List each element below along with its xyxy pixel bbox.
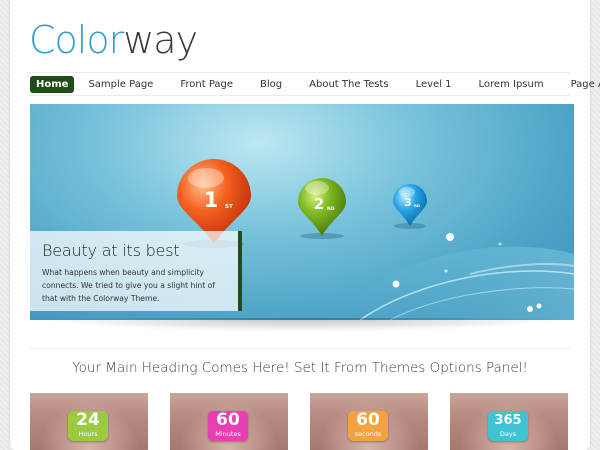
badge-unit: Days (499, 430, 517, 438)
nav-item-sample-page[interactable]: Sample Page (79, 76, 162, 93)
site-logo[interactable]: Colorway (29, 18, 198, 62)
nav-item-home[interactable]: Home (30, 75, 75, 93)
pin-2-number: 2 (314, 195, 324, 213)
main-nav: Home Sample Page Front Page Blog About T… (30, 72, 600, 96)
feature-thumb-seconds[interactable]: 60 seconds (310, 393, 428, 450)
pin-3-suffix: RD (414, 203, 420, 208)
slider-caption: Beauty at its best What happens when bea… (30, 231, 242, 311)
page: Colorway Home Sample Page Front Page Blo… (10, 0, 600, 450)
pin-1-suffix: ST (225, 204, 233, 210)
badge-number: 365 (494, 413, 522, 428)
feature-thumb-minutes[interactable]: 60 Minutes (170, 393, 288, 450)
badge-number: 60 (216, 410, 240, 430)
nav-item-lorem-ipsum[interactable]: Lorem Ipsum (470, 76, 553, 93)
pin-2-suffix: ND (327, 206, 335, 212)
badge-unit: Hours (78, 430, 98, 438)
caption-text: What happens when beauty and simplicity … (42, 268, 215, 303)
badge-unit: seconds (354, 430, 382, 438)
logo-part-color: Color (29, 18, 124, 62)
badge-number: 60 (356, 410, 380, 430)
nav-item-about-the-tests[interactable]: About The Tests (300, 76, 397, 93)
nav-item-page-a[interactable]: Page A (562, 76, 600, 93)
badge-unit: Minutes (215, 430, 241, 438)
badge-seconds: 60 seconds (348, 411, 388, 441)
badge-hours: 24 Hours (68, 411, 108, 441)
feature-thumb-hours[interactable]: 24 Hours (30, 393, 148, 450)
feature-thumb-days[interactable]: 365 Days (450, 393, 568, 450)
nav-item-level-1[interactable]: Level 1 (407, 76, 461, 93)
pin-3-number: 3 (404, 196, 412, 209)
caption-title: Beauty at its best (42, 241, 180, 260)
slider-shadow (38, 318, 566, 332)
main-heading: Your Main Heading Comes Here! Set It Fro… (72, 360, 528, 376)
divider (30, 348, 570, 349)
pin-3rd: 3 RD (393, 184, 427, 226)
nav-item-front-page[interactable]: Front Page (171, 76, 242, 93)
pin-2nd: 2 ND (298, 178, 346, 236)
feature-slider[interactable]: 1 ST 2 ND 3 RD Beauty at its best What h… (30, 104, 574, 320)
badge-days: 365 Days (488, 411, 528, 441)
badge-minutes: 60 Minutes (208, 411, 248, 441)
pin-1-number: 1 (204, 188, 219, 212)
badge-number: 24 (76, 410, 100, 430)
nav-item-blog[interactable]: Blog (251, 76, 291, 93)
logo-part-way: way (123, 18, 198, 62)
